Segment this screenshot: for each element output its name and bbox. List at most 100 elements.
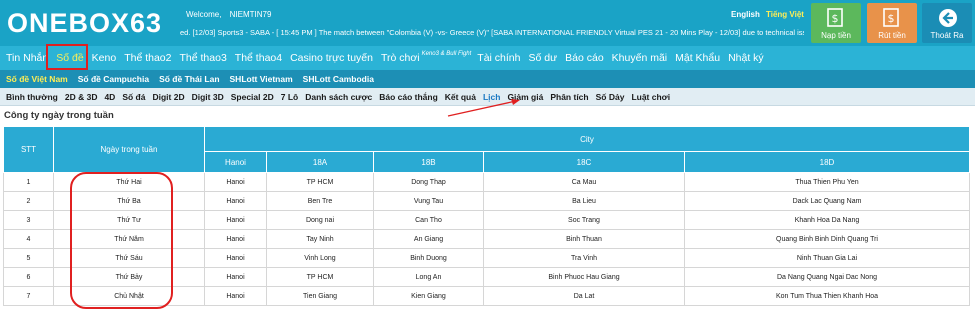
cell-18b: Can Tho	[373, 210, 484, 230]
cell-18a: Dong nai	[266, 210, 374, 230]
nav-balance[interactable]: Số dư	[529, 52, 558, 64]
nav-sports2[interactable]: Thể thao2	[124, 52, 171, 64]
nav-sports4[interactable]: Thể thao4	[235, 52, 282, 64]
tab-2d-3d[interactable]: 2D & 3D	[65, 92, 98, 102]
col-18b: 18B	[373, 151, 484, 173]
cell-stt: 6	[3, 267, 54, 287]
cell-stt: 7	[3, 286, 54, 306]
cell-stt: 5	[3, 248, 54, 268]
cell-18a: TP HCM	[266, 172, 374, 192]
cell-18b: Dong Thap	[373, 172, 484, 192]
deposit-button[interactable]: $ Nạp tiền	[811, 3, 861, 43]
tab-analysis[interactable]: Phân tích	[550, 92, 588, 102]
subnav-shlott-cambodia[interactable]: SHLott Cambodia	[303, 74, 374, 84]
cell-18c: Binh Phuoc Hau Giang	[483, 267, 685, 287]
deposit-label: Nạp tiền	[821, 31, 851, 40]
cell-18a: Vinh Long	[266, 248, 374, 268]
cell-18d: Kon Tum Thua Thien Khanh Hoa	[684, 286, 970, 306]
withdraw-label: Rút tiền	[878, 31, 906, 40]
withdraw-icon: $	[883, 8, 901, 28]
news-ticker: ed. [12/03] Sports3 - SABA - [ 15:45 PM …	[180, 28, 804, 37]
deposit-icon: $	[827, 8, 845, 28]
lang-english-link[interactable]: English	[731, 10, 760, 19]
svg-text:$: $	[888, 12, 895, 25]
cell-hanoi: Hanoi	[204, 248, 267, 268]
nav-games[interactable]: Trò chơi	[381, 52, 420, 64]
cell-hanoi: Hanoi	[204, 210, 267, 230]
cell-18a: Tay Ninh	[266, 229, 374, 249]
cell-18d: Ninh Thuan Gia Lai	[684, 248, 970, 268]
cell-18c: Tra Vinh	[483, 248, 685, 268]
cell-18c: Ca Mau	[483, 172, 685, 192]
cell-18b: Binh Duong	[373, 248, 484, 268]
subnav-vietnam[interactable]: Số đề Việt Nam	[6, 74, 68, 84]
top-header: ONEBOX63 Welcome, NIEMTIN79 ed. [12/03] …	[0, 0, 975, 46]
cell-18c: Da Lat	[483, 286, 685, 306]
main-nav: Tin Nhắn Số đề Keno Thể thao2 Thể thao3 …	[0, 46, 975, 70]
welcome-text: Welcome, NIEMTIN79	[186, 10, 271, 19]
subnav-shlott-vietnam[interactable]: SHLott Vietnam	[230, 74, 293, 84]
tab-number-series[interactable]: Số Dảy	[596, 92, 625, 102]
logout-button[interactable]: Thoát Ra	[922, 3, 972, 43]
nav-keno[interactable]: Keno	[92, 52, 117, 64]
nav-password[interactable]: Mật Khẩu	[675, 52, 720, 64]
tab-7-lo[interactable]: 7 Lô	[281, 92, 298, 102]
tab-digit-2d[interactable]: Digit 2D	[152, 92, 184, 102]
tab-digit-3d[interactable]: Digit 3D	[192, 92, 224, 102]
cell-18b: An Giang	[373, 229, 484, 249]
nav-reports[interactable]: Báo cáo	[565, 52, 604, 64]
nav-finance[interactable]: Tài chính	[477, 52, 520, 64]
cell-hanoi: Hanoi	[204, 229, 267, 249]
col-day: Ngày trong tuần	[53, 126, 205, 173]
cell-18b: Kien Giang	[373, 286, 484, 306]
subnav-thailand[interactable]: Số đề Thái Lan	[159, 74, 219, 84]
subnav-cambodia[interactable]: Số đề Campuchia	[78, 74, 149, 84]
cell-18c: Binh Thuan	[483, 229, 685, 249]
withdraw-button[interactable]: $ Rút tiền	[867, 3, 917, 43]
sub-nav: Số đề Việt Nam Số đề Campuchia Số đề Thá…	[0, 70, 975, 88]
cell-stt: 3	[3, 210, 54, 230]
tab-4d[interactable]: 4D	[104, 92, 115, 102]
nav-sports3[interactable]: Thể thao3	[180, 52, 227, 64]
username: NIEMTIN79	[229, 10, 272, 19]
cell-18d: Khanh Hoa Da Nang	[684, 210, 970, 230]
nav-casino[interactable]: Casino trực tuyến	[290, 52, 373, 64]
cell-stt: 4	[3, 229, 54, 249]
cell-18b: Long An	[373, 267, 484, 287]
cell-18a: Tien Giang	[266, 286, 374, 306]
tab-so-da[interactable]: Số đá	[122, 92, 145, 102]
logout-label: Thoát Ra	[930, 31, 964, 40]
cell-stt: 1	[3, 172, 54, 192]
nav-games-badge: Keno3 & Bull Fight	[421, 51, 472, 57]
nav-promotions[interactable]: Khuyến mãi	[612, 52, 667, 64]
cell-hanoi: Hanoi	[204, 267, 267, 287]
nav-messages[interactable]: Tin Nhắn	[6, 52, 48, 64]
tab-normal[interactable]: Bình thường	[6, 92, 58, 102]
cell-hanoi: Hanoi	[204, 191, 267, 211]
col-18d: 18D	[684, 151, 970, 173]
cell-18c: Ba Lieu	[483, 191, 685, 211]
cell-18d: Da Nang Quang Ngai Dac Nong	[684, 267, 970, 287]
tab-win-report[interactable]: Báo cáo thắng	[379, 92, 438, 102]
col-18a: 18A	[266, 151, 374, 173]
cell-18c: Soc Trang	[483, 210, 685, 230]
cell-hanoi: Hanoi	[204, 172, 267, 192]
logout-icon	[938, 8, 957, 28]
tab-rules[interactable]: Luật chơi	[631, 92, 670, 102]
cell-18d: Quang Binh Binh Dinh Quang Tri	[684, 229, 970, 249]
highlight-oval	[70, 172, 173, 309]
col-hanoi: Hanoi	[204, 151, 267, 173]
annotation-arrow	[447, 99, 520, 117]
cell-18a: TP HCM	[266, 267, 374, 287]
nav-log[interactable]: Nhật ký	[728, 52, 764, 64]
col-city: City	[204, 126, 970, 152]
site-logo[interactable]: ONEBOX63	[7, 8, 162, 39]
col-stt: STT	[3, 126, 54, 173]
tab-special-2d[interactable]: Special 2D	[231, 92, 274, 102]
lang-vietnamese-link[interactable]: Tiếng Việt	[766, 10, 804, 19]
cell-18d: Dack Lac Quang Nam	[684, 191, 970, 211]
welcome-label: Welcome,	[186, 10, 222, 19]
cell-18a: Ben Tre	[266, 191, 374, 211]
cell-18b: Vung Tau	[373, 191, 484, 211]
tab-bet-list[interactable]: Danh sách cược	[305, 92, 372, 102]
